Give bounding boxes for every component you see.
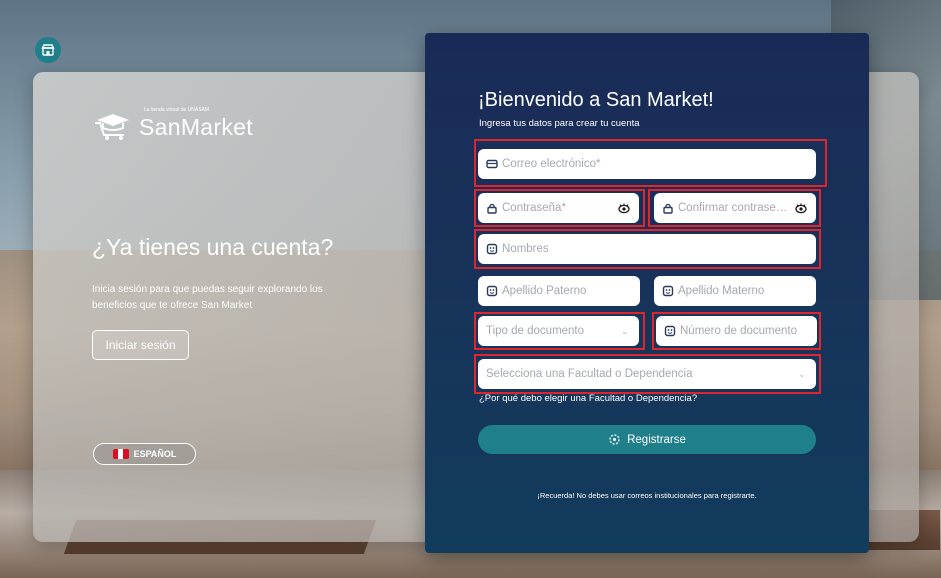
institutional-email-note: ¡Recuerda! No debes usar correos institu… [537, 491, 757, 500]
names-field[interactable]: Nombres [478, 234, 816, 264]
password-field[interactable]: Contraseña* [478, 193, 639, 223]
id-card-icon [486, 243, 498, 255]
login-description: Inicia sesión para que puedas seguir exp… [92, 284, 323, 311]
show-password-icon[interactable] [617, 202, 631, 214]
document-type-select[interactable]: Tipo de documento ⌄ [478, 316, 639, 346]
password-placeholder: Contraseña* [502, 202, 566, 214]
register-subtitle: Ingresa tus datos para crear tu cuenta [479, 118, 640, 129]
names-placeholder: Nombres [502, 243, 549, 255]
faculty-placeholder: Selecciona una Facultad o Dependencia [486, 368, 693, 380]
why-faculty-link[interactable]: ¿Por qué debo elegir una Facultad o Depe… [479, 393, 697, 404]
login-title: ¿Ya tienes una cuenta? [92, 234, 334, 260]
maternal-surname-placeholder: Apellido Materno [678, 285, 765, 297]
lock-icon [486, 202, 498, 214]
register-icon [609, 434, 620, 445]
document-type-placeholder: Tipo de documento [486, 325, 585, 337]
id-card-icon [662, 285, 674, 297]
id-card-icon [664, 325, 676, 337]
chevron-down-icon: ⌄ [798, 368, 806, 379]
brand-logo: La tienda virtual de UNASAM SanMarket [93, 107, 253, 141]
document-number-field[interactable]: Número de documento [656, 316, 817, 346]
shopping-cart-graduation-icon [95, 114, 129, 140]
document-number-placeholder: Número de documento [680, 325, 797, 337]
maternal-surname-field[interactable]: Apellido Materno [654, 276, 816, 306]
register-label: Registrarse [627, 433, 686, 446]
confirm-password-field[interactable]: Confirmar contraseña* [654, 193, 816, 223]
confirm-password-placeholder: Confirmar contraseña* [678, 202, 790, 214]
paternal-surname-field[interactable]: Apellido Paterno [478, 276, 640, 306]
store-icon [41, 44, 55, 56]
brand-name: SanMarket [139, 114, 253, 140]
peru-flag-icon [112, 449, 129, 459]
faculty-select[interactable]: Selecciona una Facultad o Dependencia ⌄ [478, 359, 816, 389]
language-label: ESPAÑOL [133, 449, 177, 459]
brand-tagline: La tienda virtual de UNASAM [144, 107, 210, 113]
email-field[interactable]: Correo electrónico* [478, 149, 816, 179]
lock-icon [662, 202, 674, 214]
show-password-icon[interactable] [794, 202, 808, 214]
chevron-down-icon: ⌄ [621, 325, 629, 336]
store-button[interactable] [35, 37, 61, 63]
login-button[interactable]: Iniciar sesión [92, 330, 189, 360]
email-placeholder: Correo electrónico* [502, 158, 601, 170]
id-card-icon [486, 285, 498, 297]
paternal-surname-placeholder: Apellido Paterno [502, 285, 587, 297]
language-selector[interactable]: ESPAÑOL [93, 443, 196, 465]
mail-icon [486, 158, 498, 170]
register-button[interactable]: Registrarse [478, 425, 816, 454]
register-title: ¡Bienvenido a San Market! [478, 89, 714, 111]
